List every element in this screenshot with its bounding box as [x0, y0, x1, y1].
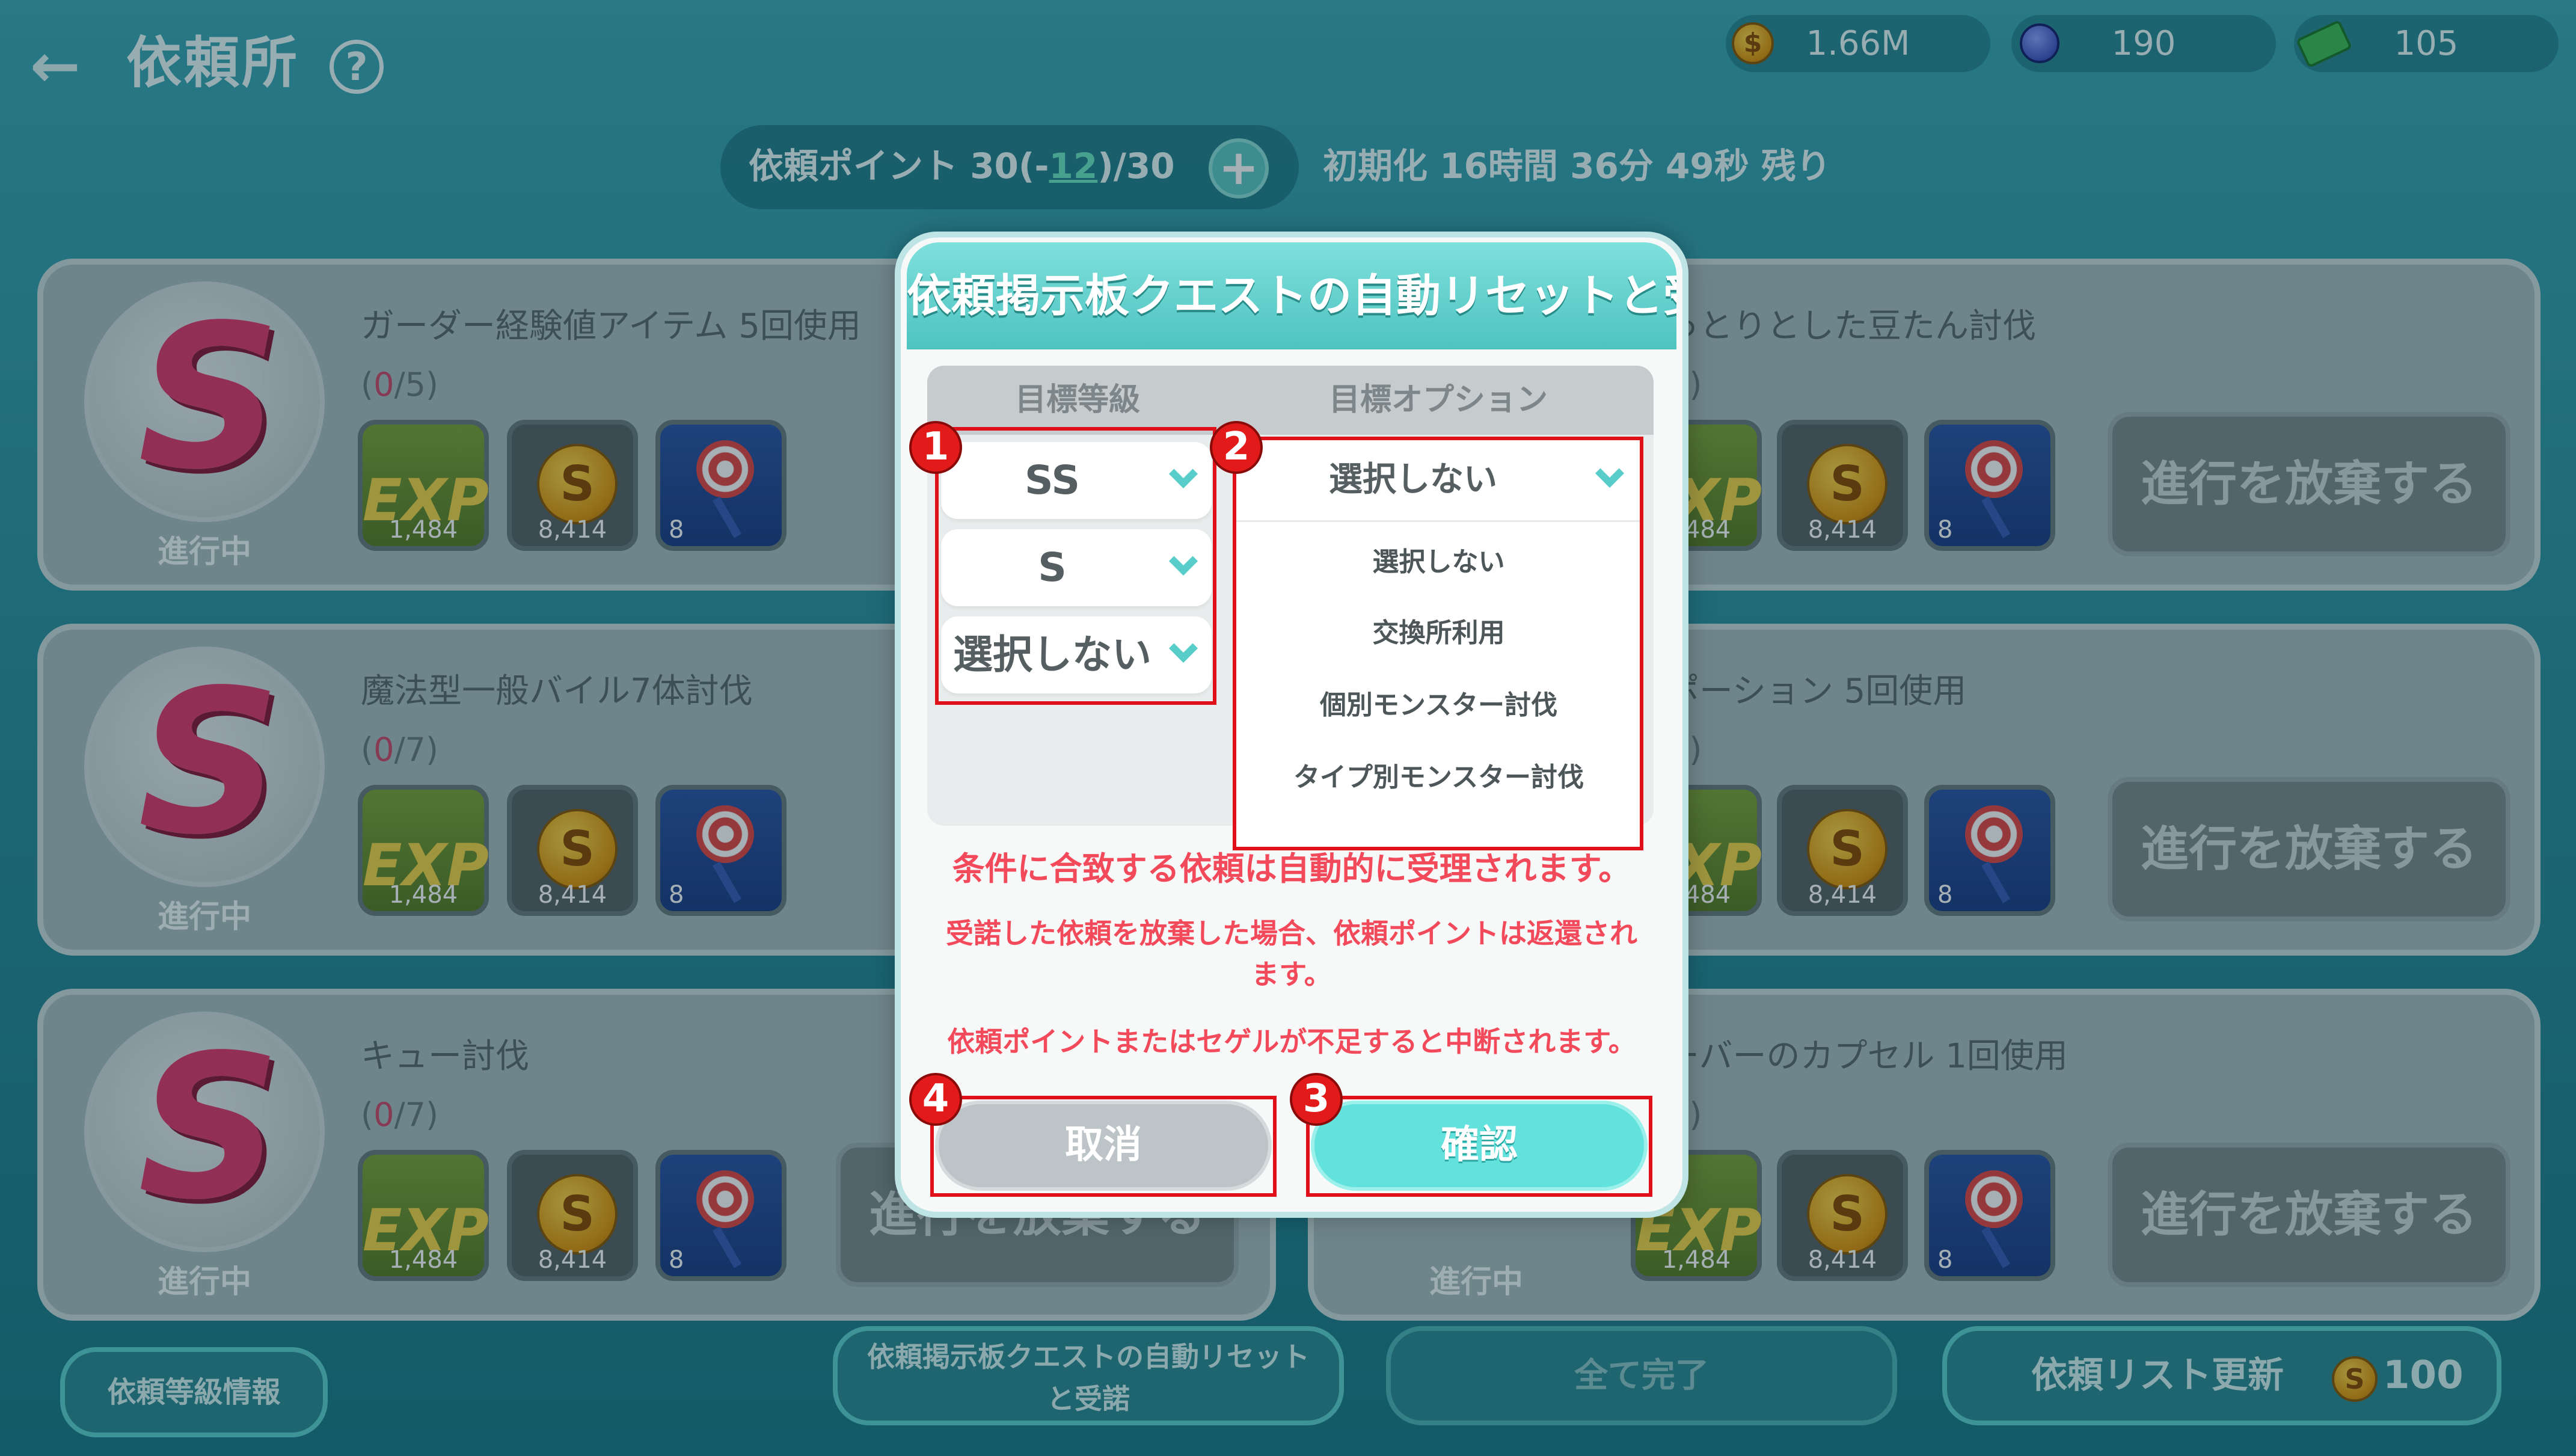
- annotation-marker-2: 2: [1210, 421, 1263, 474]
- interrupt-note: 依頼ポイントまたはセゲルが不足すると中断されます。: [947, 1025, 1636, 1058]
- annotation-marker-3: 3: [1290, 1073, 1343, 1126]
- col-grade-header: 目標等級: [1014, 382, 1140, 418]
- col-option-header: 目標オプション: [1328, 382, 1548, 418]
- dialog-title: 依頼掲示板クエストの自動リセットと受諾: [907, 242, 1676, 349]
- annotation-box-2: [1233, 437, 1643, 850]
- refund-note-line2: ます。: [1251, 958, 1332, 991]
- annotation-box-4: [930, 1096, 1277, 1197]
- annotation-marker-1: 1: [909, 421, 962, 474]
- annotation-marker-4: 4: [909, 1073, 962, 1126]
- auto-accept-note: 条件に合致する依頼は自動的に受理されます。: [952, 850, 1631, 888]
- annotation-box-3: [1306, 1096, 1652, 1197]
- refund-note-line1: 受諾した依頼を放棄した場合、依頼ポイントは返還され: [946, 917, 1637, 950]
- annotation-box-1: [935, 427, 1216, 705]
